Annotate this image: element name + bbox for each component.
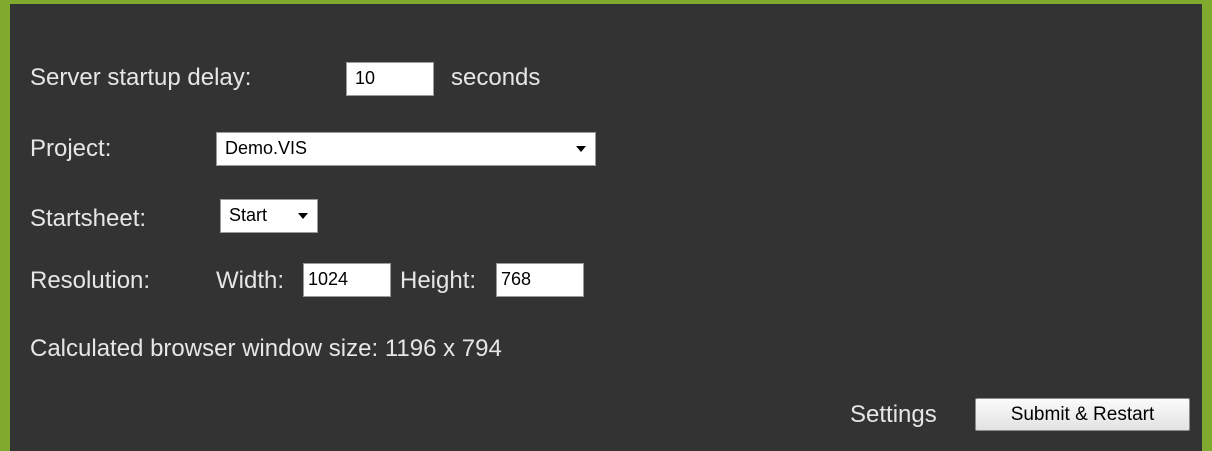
settings-panel: Server startup delay: 10 seconds Project… bbox=[0, 0, 1212, 451]
startsheet-label: Startsheet: bbox=[30, 205, 147, 232]
width-label: Width: bbox=[216, 267, 285, 294]
project-select[interactable]: Demo.VIS bbox=[216, 132, 596, 166]
calculated-size-text: Calculated browser window size: 1196 x 7… bbox=[30, 335, 502, 362]
width-input[interactable]: 1024 bbox=[303, 263, 391, 297]
height-input[interactable]: 768 bbox=[496, 263, 584, 297]
submit-restart-button[interactable]: Submit & Restart bbox=[975, 398, 1190, 431]
seconds-label: seconds bbox=[451, 64, 541, 91]
chevron-down-icon bbox=[576, 146, 586, 152]
project-select-value: Demo.VIS bbox=[225, 138, 308, 158]
startsheet-select[interactable]: Start bbox=[220, 199, 318, 233]
resolution-label: Resolution: bbox=[30, 267, 151, 294]
startup-delay-input[interactable]: 10 bbox=[346, 62, 434, 96]
startsheet-select-value: Start bbox=[229, 205, 268, 225]
chevron-down-icon bbox=[298, 213, 308, 219]
height-label: Height: bbox=[400, 267, 477, 294]
project-label: Project: bbox=[30, 135, 112, 162]
startup-delay-label: Server startup delay: bbox=[30, 64, 252, 91]
settings-label: Settings bbox=[850, 401, 937, 428]
